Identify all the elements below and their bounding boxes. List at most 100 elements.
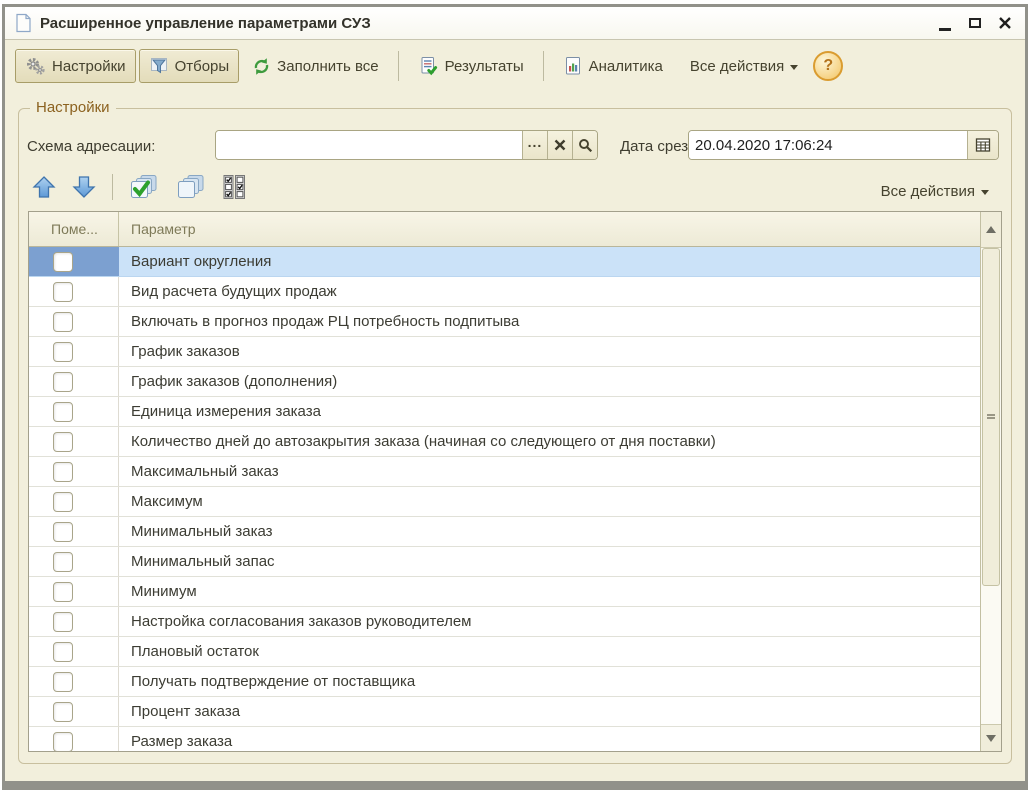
settings-groupbox: Настройки Схема адресации: ... Дата срез… — [18, 108, 1012, 764]
row-checkbox[interactable] — [53, 642, 73, 662]
help-button[interactable]: ? — [813, 51, 843, 81]
parameter-cell: График заказов (дополнения) — [119, 367, 980, 396]
parameter-cell: Минимальный заказ — [119, 517, 980, 546]
table-row[interactable]: График заказов — [29, 337, 980, 367]
fill-all-button-label: Заполнить все — [277, 58, 378, 75]
row-checkbox[interactable] — [53, 702, 73, 722]
parameter-cell: Процент заказа — [119, 697, 980, 726]
addressing-scheme-clear-button[interactable] — [547, 131, 572, 159]
list-all-actions-dropdown[interactable]: Все действия — [875, 177, 995, 206]
document-icon — [15, 13, 32, 33]
addressing-scheme-field: ... — [215, 130, 598, 160]
table-row[interactable]: Минимум — [29, 577, 980, 607]
window-controls — [937, 15, 1013, 31]
results-button[interactable]: Результаты — [408, 49, 534, 84]
row-checkbox[interactable] — [53, 552, 73, 572]
table-row[interactable]: Максимальный заказ — [29, 457, 980, 487]
table-row[interactable]: Плановый остаток — [29, 637, 980, 667]
row-checkbox[interactable] — [53, 612, 73, 632]
close-button[interactable] — [997, 15, 1013, 31]
table-row[interactable]: Минимальный заказ — [29, 517, 980, 547]
row-checkbox[interactable] — [53, 522, 73, 542]
slice-date-field: 20.04.2020 17:06:24 — [688, 130, 999, 160]
chart-doc-icon — [563, 56, 583, 76]
move-up-button[interactable] — [29, 172, 59, 202]
fill-all-button[interactable]: Заполнить все — [242, 50, 388, 83]
mark-cell — [29, 337, 119, 366]
mark-cell — [29, 367, 119, 396]
table-row[interactable]: Включать в прогноз продаж РЦ потребность… — [29, 307, 980, 337]
column-header-parameter[interactable]: Параметр — [119, 212, 980, 246]
addressing-scheme-search-button[interactable] — [572, 131, 597, 159]
mark-cell — [29, 517, 119, 546]
settings-button-label: Настройки — [52, 58, 126, 75]
addressing-scheme-label: Схема адресации: — [27, 138, 155, 155]
table-row[interactable]: Минимальный запас — [29, 547, 980, 577]
row-checkbox[interactable] — [53, 312, 73, 332]
row-checkbox[interactable] — [53, 462, 73, 482]
table-header: Поме... Параметр — [29, 212, 980, 247]
row-checkbox[interactable] — [53, 252, 73, 272]
row-checkbox[interactable] — [53, 282, 73, 302]
uncheck-all-button[interactable] — [173, 172, 210, 203]
check-all-button[interactable] — [126, 172, 163, 203]
row-checkbox[interactable] — [53, 372, 73, 392]
addressing-scheme-input[interactable] — [216, 131, 522, 159]
scrollbar-thumb[interactable] — [982, 248, 1000, 586]
minimize-button[interactable] — [937, 15, 953, 31]
row-checkbox[interactable] — [53, 402, 73, 422]
parameter-cell: Размер заказа — [119, 727, 980, 751]
table-row[interactable]: Получать подтверждение от поставщика — [29, 667, 980, 697]
mark-cell — [29, 607, 119, 636]
row-checkbox[interactable] — [53, 492, 73, 512]
move-down-button[interactable] — [69, 172, 99, 202]
slice-date-calendar-button[interactable] — [967, 131, 998, 159]
maximize-button[interactable] — [967, 15, 983, 31]
mark-cell — [29, 457, 119, 486]
table-row[interactable]: График заказов (дополнения) — [29, 367, 980, 397]
scroll-up-button[interactable] — [981, 212, 1001, 248]
all-actions-dropdown[interactable]: Все действия — [684, 52, 804, 81]
parameter-cell: Минимум — [119, 577, 980, 606]
mark-cell — [29, 487, 119, 516]
row-checkbox[interactable] — [53, 732, 73, 752]
invert-marks-button[interactable] — [220, 172, 248, 202]
gears-icon — [25, 56, 46, 76]
mark-cell — [29, 547, 119, 576]
arrow-down-icon — [71, 174, 97, 200]
table-row[interactable]: Настройка согласования заказов руководит… — [29, 607, 980, 637]
mark-cell — [29, 307, 119, 336]
scrollbar-track[interactable] — [981, 586, 1001, 724]
scroll-down-button[interactable] — [981, 724, 1001, 751]
toolbar-separator — [543, 51, 544, 81]
mark-cell — [29, 247, 119, 276]
close-icon — [998, 17, 1012, 29]
filters-button[interactable]: Отборы — [139, 49, 240, 83]
table-row[interactable]: Вид расчета будущих продаж — [29, 277, 980, 307]
table-row[interactable]: Вариант округления — [29, 247, 980, 277]
settings-button[interactable]: Настройки — [15, 49, 136, 83]
table-row[interactable]: Единица измерения заказа — [29, 397, 980, 427]
table-row[interactable]: Процент заказа — [29, 697, 980, 727]
table-row[interactable]: Количество дней до автозакрытия заказа (… — [29, 427, 980, 457]
slice-date-input[interactable]: 20.04.2020 17:06:24 — [689, 131, 967, 159]
row-checkbox[interactable] — [53, 342, 73, 362]
parameter-cell: Единица измерения заказа — [119, 397, 980, 426]
table-row[interactable]: Размер заказа — [29, 727, 980, 751]
mark-cell — [29, 427, 119, 456]
analytics-button-label: Аналитика — [589, 58, 663, 75]
app-window: Расширенное управление параметрами СУЗ Н… — [2, 4, 1028, 790]
magnifier-icon — [578, 138, 593, 153]
table-row[interactable]: Максимум — [29, 487, 980, 517]
analytics-button[interactable]: Аналитика — [553, 49, 673, 83]
check-all-icon — [128, 174, 161, 201]
mark-cell — [29, 697, 119, 726]
parameter-cell: Включать в прогноз продаж РЦ потребность… — [119, 307, 980, 336]
parameter-cell: Максимум — [119, 487, 980, 516]
parameter-cell: Максимальный заказ — [119, 457, 980, 486]
row-checkbox[interactable] — [53, 672, 73, 692]
column-header-mark[interactable]: Поме... — [29, 212, 119, 246]
row-checkbox[interactable] — [53, 432, 73, 452]
row-checkbox[interactable] — [53, 582, 73, 602]
addressing-scheme-ellipsis-button[interactable]: ... — [522, 131, 547, 159]
